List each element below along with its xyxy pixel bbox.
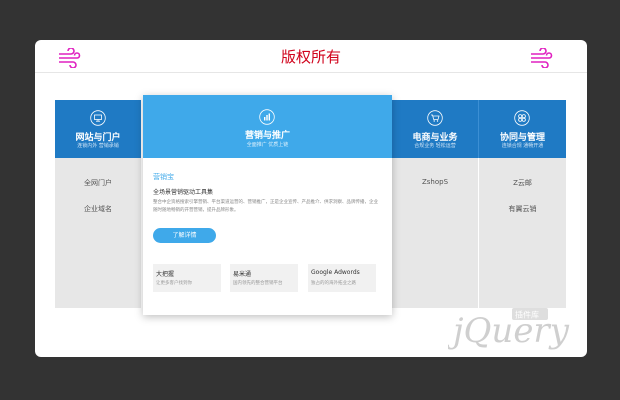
featured-card-marketing[interactable]: 营销与推广 全面推广 优质上链 营销宝 全场景营销驱动工具集 整合中企资格搜索引… <box>143 95 392 315</box>
featured-subtitle: 全面推广 优质上链 <box>246 142 289 148</box>
product-description: 整合中企资格搜索引擎营销、平台渠道运营的、营销推广，正是企业宣传、产品推介、供求… <box>153 200 378 213</box>
watermark-badge: 插件库 <box>515 310 539 320</box>
product-card-desc: 国内领先的整合营销平台 <box>233 281 283 286</box>
product-card-title: Google Adwords <box>311 269 360 276</box>
jquery-watermark-logo: jQuery 插件库 <box>448 308 570 351</box>
column-item[interactable]: Z云邮 <box>479 178 566 188</box>
product-card-desc: 独占的的海外拓业之路 <box>311 281 356 286</box>
product-card[interactable]: 易米通 国内领先的整合营销平台 <box>230 264 298 292</box>
column-item[interactable]: 有翼云销 <box>479 204 566 214</box>
product-card-title: 易米通 <box>233 271 252 278</box>
column-website-portal[interactable]: 网站与门户 连锁内外 营销承销 全网门户 企业域名 <box>55 100 141 308</box>
wind-icon <box>531 48 553 68</box>
column-item[interactable]: 企业域名 <box>55 204 141 214</box>
top-bar: 版权所有 <box>35 40 587 73</box>
column-header: 协同与管理 连锁合规 通畅开通 <box>479 100 566 158</box>
column-collaboration[interactable]: 协同与管理 连锁合规 通畅开通 Z云邮 有翼云销 <box>479 100 566 308</box>
watermark-text: jQuery <box>448 311 570 351</box>
column-item[interactable]: ZshopS <box>392 178 478 186</box>
column-ecommerce[interactable]: 电商与业务 合规业务 轻松运营 ZshopS <box>392 100 478 308</box>
column-header: 电商与业务 合规业务 轻松运营 <box>392 100 478 158</box>
column-subtitle: 合规业务 轻松运营 <box>414 143 456 149</box>
product-card-desc: 让更多客户找到你 <box>156 281 192 286</box>
cart-icon <box>427 110 443 126</box>
product-card-title: 大把握 <box>156 271 175 278</box>
column-header: 网站与门户 连锁内外 营销承销 <box>55 100 141 158</box>
column-subtitle: 连锁内外 营销承销 <box>77 143 119 149</box>
chart-icon <box>259 109 275 125</box>
featured-title: 营销与推广 <box>244 131 290 141</box>
featured-header: 营销与推广 全面推广 优质上链 <box>143 95 392 158</box>
copyright-banner: 版权所有 <box>280 48 341 66</box>
product-card[interactable]: 大把握 让更多客户找到你 <box>153 264 221 292</box>
column-subtitle: 连锁合规 通畅开通 <box>501 143 544 149</box>
column-item[interactable]: 全网门户 <box>55 178 141 188</box>
product-card[interactable]: Google Adwords 独占的的海外拓业之路 <box>308 264 376 292</box>
monitor-icon <box>90 110 106 126</box>
grid-icon <box>514 110 530 126</box>
product-name[interactable]: 营销宝 <box>153 172 174 182</box>
product-tagline: 全场景营销驱动工具集 <box>153 189 214 196</box>
learn-more-button[interactable]: 了解详情 <box>153 228 216 243</box>
